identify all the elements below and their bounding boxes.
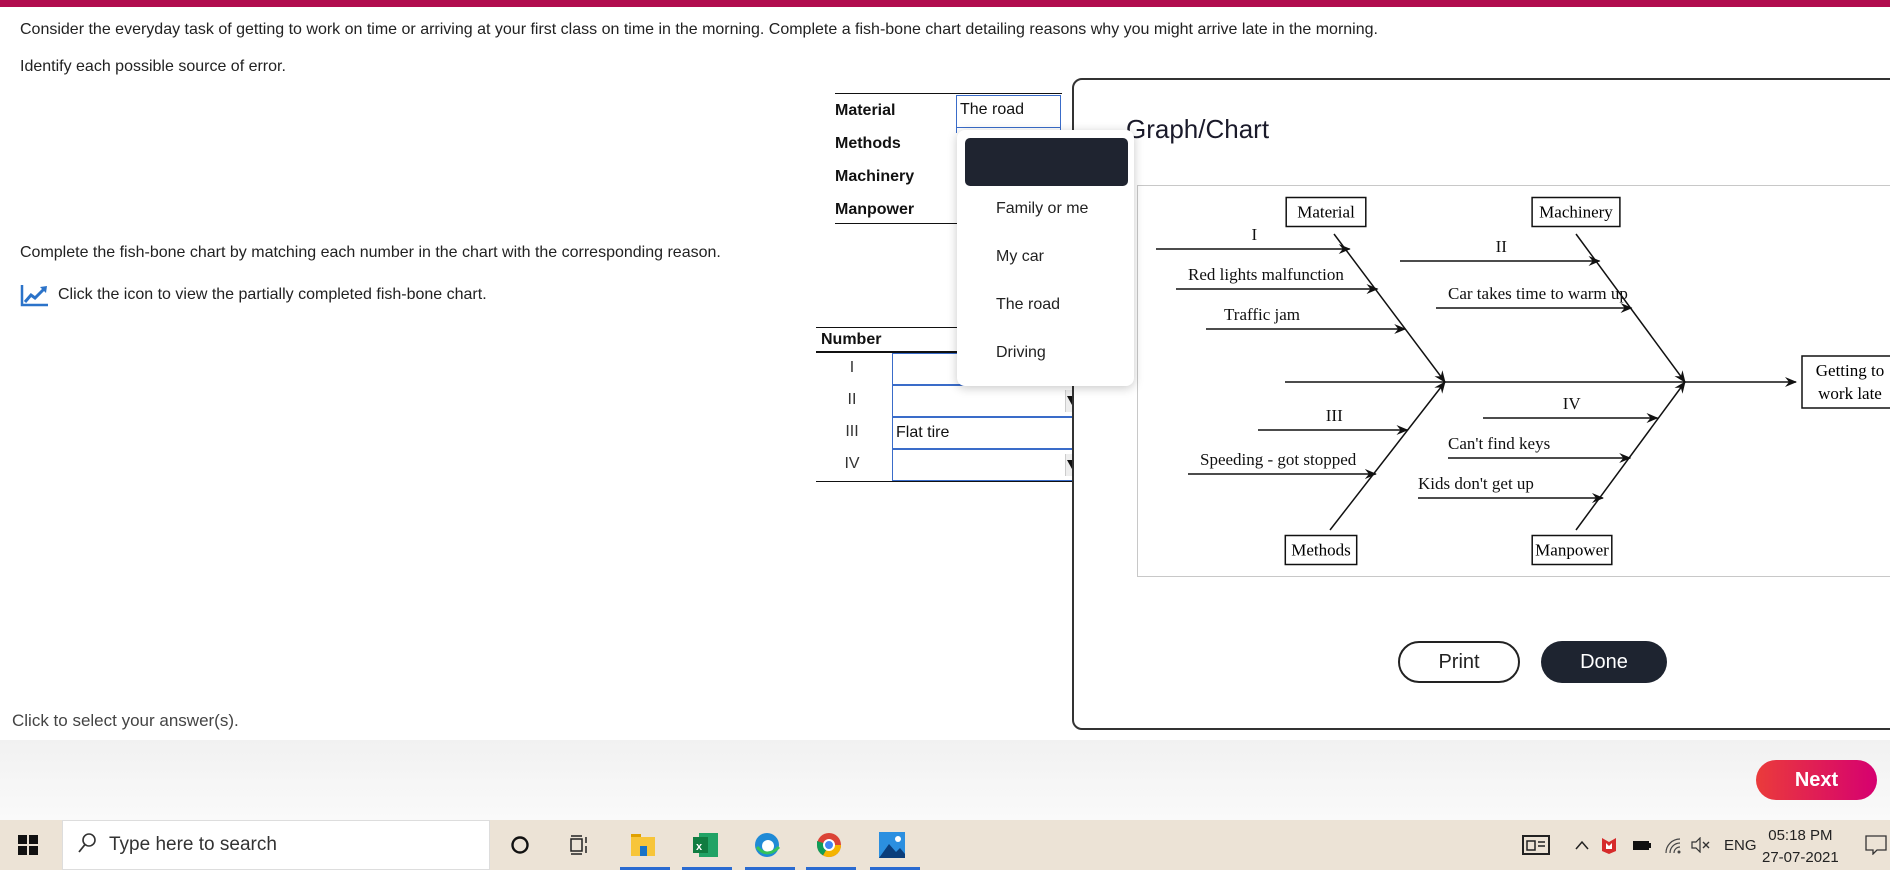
- category-material: Material: [1285, 196, 1367, 228]
- dropdown-option[interactable]: The road: [996, 296, 1060, 314]
- svg-text:x: x: [696, 841, 703, 853]
- category-methods-label: Methods: [1291, 541, 1351, 560]
- cause-label: Can't find keys: [1448, 434, 1550, 453]
- edge-icon[interactable]: [752, 830, 782, 860]
- taskbar-search-box[interactable]: Type here to search: [62, 820, 490, 870]
- excel-icon[interactable]: x: [690, 830, 720, 860]
- photos-icon[interactable]: [877, 830, 907, 860]
- cause-label: Red lights malfunction: [1188, 265, 1344, 284]
- next-button[interactable]: Next: [1756, 760, 1877, 800]
- number-label: I: [849, 359, 855, 376]
- cause-number-label: IV: [1563, 394, 1582, 413]
- cause-label: Speeding - got stopped: [1200, 450, 1357, 469]
- cause-number-label: I: [1252, 225, 1258, 244]
- question-subtext: Identify each possible source of error.: [20, 58, 286, 75]
- battery-icon[interactable]: [1632, 820, 1652, 870]
- fishbone-chart: Getting to work late Material I Red lights m…: [1156, 196, 1890, 566]
- cortana-icon[interactable]: [505, 830, 535, 860]
- search-icon: [77, 832, 97, 859]
- print-button[interactable]: Print: [1398, 641, 1520, 683]
- category-machinery: Machinery: [1531, 196, 1621, 228]
- dropdown-option[interactable]: Family or me: [996, 200, 1088, 218]
- chrome-icon[interactable]: [814, 830, 844, 860]
- category-label: Machinery: [835, 168, 915, 185]
- cause-label: Car takes time to warm up: [1448, 284, 1628, 303]
- number-label: II: [847, 391, 857, 408]
- hint-text: Click to select your answer(s).: [12, 711, 239, 730]
- chart-link-text: Click the icon to view the partially com…: [58, 286, 487, 303]
- taskbar-clock[interactable]: 05:18 PM 27-07-2021: [1762, 825, 1839, 869]
- windows-start-icon[interactable]: [18, 835, 38, 855]
- material-select[interactable]: The road: [956, 95, 1061, 128]
- language-indicator[interactable]: ENG: [1724, 820, 1757, 870]
- category-label: Manpower: [835, 201, 915, 218]
- effect-label: Getting to: [1816, 361, 1884, 380]
- show-hidden-icons-chevron-icon[interactable]: [1574, 820, 1590, 870]
- category-manpower-label: Manpower: [1535, 541, 1609, 560]
- volume-muted-icon[interactable]: [1690, 820, 1712, 870]
- number-header: Number: [821, 331, 882, 348]
- file-explorer-icon[interactable]: [628, 830, 658, 860]
- chart-icon[interactable]: [20, 283, 50, 307]
- category-manpower: Manpower: [1531, 534, 1613, 566]
- wifi-icon[interactable]: [1663, 820, 1683, 870]
- category-label: Methods: [835, 135, 901, 152]
- number-answer-select[interactable]: Flat tire: [892, 417, 1076, 449]
- category-dropdown-menu[interactable]: Family or me My car The road Driving: [957, 130, 1134, 386]
- windows-taskbar: Type here to search x ENG 05:18 PM 27-07…: [0, 820, 1890, 870]
- bone-material: [1333, 233, 1446, 383]
- top-accent-bar: [0, 0, 1890, 7]
- cause-label: Kids don't get up: [1418, 474, 1534, 493]
- clock-date: 27-07-2021: [1762, 849, 1839, 866]
- number-label: IV: [844, 455, 860, 472]
- footer-bar: [0, 740, 1890, 820]
- question-text: Consider the everyday task of getting to…: [20, 21, 1378, 38]
- notifications-icon[interactable]: [1865, 820, 1887, 870]
- graph-chart-dialog: Graph/Chart Getting to work late Material I…: [1072, 78, 1890, 730]
- number-answer-select[interactable]: [892, 385, 1077, 417]
- category-label: Material: [835, 102, 896, 119]
- number-answer-select[interactable]: [892, 449, 1077, 481]
- mcafee-icon[interactable]: [1601, 820, 1617, 870]
- number-label: III: [845, 423, 859, 440]
- fishbone-chart-frame: Getting to work late Material I Red lights m…: [1137, 185, 1890, 577]
- clock-time: 05:18 PM: [1768, 827, 1833, 844]
- dropdown-option[interactable]: Driving: [996, 344, 1046, 362]
- done-button[interactable]: Done: [1541, 641, 1667, 683]
- task-view-icon[interactable]: [565, 830, 595, 860]
- cause-number-label: III: [1326, 406, 1343, 425]
- dropdown-option[interactable]: My car: [996, 248, 1044, 266]
- bone-manpower: [1575, 381, 1686, 531]
- dialog-title: Graph/Chart: [1126, 114, 1270, 144]
- cause-number-label: II: [1496, 237, 1508, 256]
- effect: Getting to work late: [1801, 355, 1890, 409]
- effect-label: work late: [1818, 384, 1882, 403]
- category-methods: Methods: [1284, 534, 1358, 566]
- news-icon[interactable]: [1522, 820, 1550, 870]
- view-chart-link[interactable]: Click the icon to view the partially com…: [20, 283, 487, 307]
- category-material-label: Material: [1297, 203, 1355, 222]
- dropdown-option-blank[interactable]: [965, 138, 1128, 186]
- cause-label: Traffic jam: [1224, 305, 1300, 324]
- instruction-text: Complete the fish-bone chart by matching…: [20, 244, 721, 261]
- category-machinery-label: Machinery: [1539, 203, 1613, 222]
- search-placeholder: Type here to search: [109, 834, 277, 855]
